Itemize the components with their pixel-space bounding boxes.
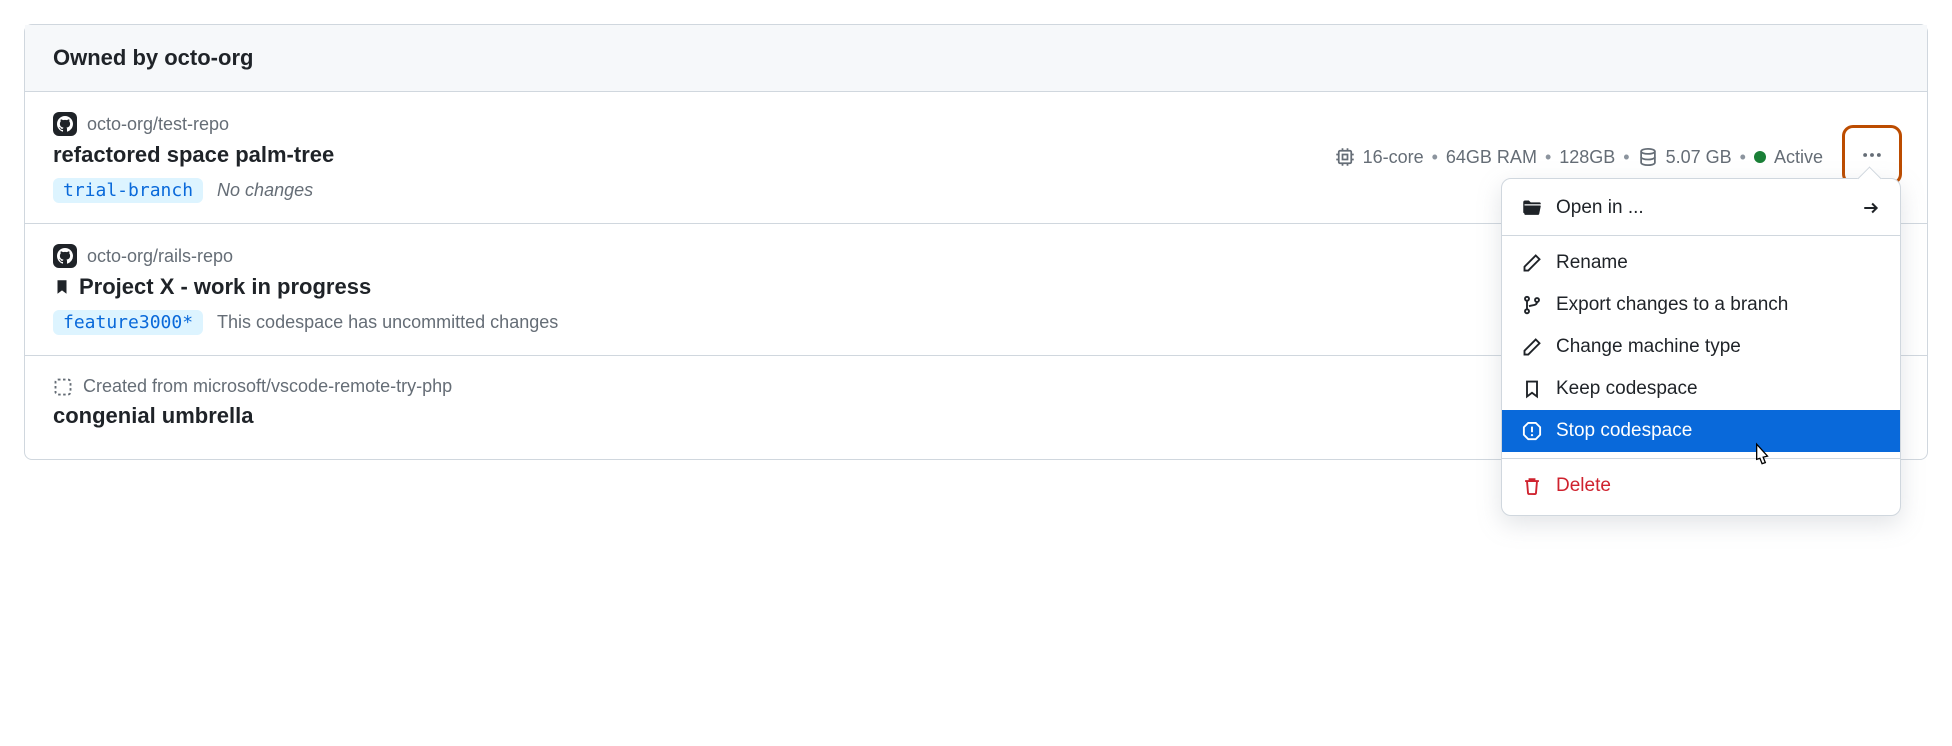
codespaces-panel: Owned by octo-org octo-org/test-repo ref… [24,24,1928,460]
menu-rename[interactable]: Rename [1502,242,1900,284]
menu-delete[interactable]: Delete [1502,465,1900,507]
pencil-icon [1522,253,1542,273]
subtitle-line: trial-branch No changes [53,178,1335,203]
branch-badge[interactable]: feature3000* [53,310,203,335]
repo-line: octo-org/test-repo [53,112,1335,136]
spec-ram: 64GB RAM [1446,147,1537,168]
menu-label: Rename [1556,252,1628,274]
github-avatar-icon [53,112,77,136]
codespace-actions-menu: Open in ... Rename Export changes to a b… [1501,178,1901,516]
repo-name[interactable]: octo-org/test-repo [87,114,229,135]
menu-label: Change machine type [1556,336,1741,358]
menu-label: Open in ... [1556,197,1644,219]
repo-name[interactable]: octo-org/rails-repo [87,246,233,267]
separator-dot: • [1623,147,1629,168]
separator-dot: • [1740,147,1746,168]
title-line: Project X - work in progress [53,274,1624,300]
title-line: congenial umbrella [53,403,1634,429]
cpu-icon [1335,147,1355,167]
trash-icon [1522,476,1542,496]
arrow-right-icon [1862,199,1880,217]
menu-stop-codespace[interactable]: Stop codespace [1502,410,1900,452]
row-left: octo-org/rails-repo Project X - work in … [53,244,1624,335]
stop-icon [1522,421,1542,441]
database-icon [1638,147,1658,167]
status-label: Active [1774,147,1823,168]
menu-label: Export changes to a branch [1556,294,1788,316]
separator-dot: • [1432,147,1438,168]
menu-change-machine[interactable]: Change machine type [1502,326,1900,368]
codespace-title[interactable]: congenial umbrella [53,403,254,429]
panel-title: Owned by octo-org [53,45,253,70]
bookmark-filled-icon [53,278,71,296]
codespace-title[interactable]: Project X - work in progress [79,274,371,300]
menu-label: Keep codespace [1556,378,1698,400]
pencil-icon [1522,337,1542,357]
menu-separator [1502,235,1900,236]
separator-dot: • [1545,147,1551,168]
codespace-row: octo-org/test-repo refactored space palm… [25,92,1927,224]
status-dot-icon [1754,151,1766,163]
changes-note: No changes [217,180,313,201]
folder-open-icon [1522,198,1542,218]
git-branch-icon [1522,295,1542,315]
created-from: Created from microsoft/vscode-remote-try… [83,376,452,397]
spec-cpu: 16-core [1363,147,1424,168]
branch-badge[interactable]: trial-branch [53,178,203,203]
dashed-square-icon [53,377,73,397]
row-left: Created from microsoft/vscode-remote-try… [53,376,1634,439]
spec-storage: 5.07 GB [1666,147,1732,168]
codespace-title[interactable]: refactored space palm-tree [53,142,334,168]
menu-label: Stop codespace [1556,420,1692,442]
repo-line: Created from microsoft/vscode-remote-try… [53,376,1634,397]
row-left: octo-org/test-repo refactored space palm… [53,112,1335,203]
github-avatar-icon [53,244,77,268]
menu-label: Delete [1556,475,1611,497]
spec-disk: 128GB [1559,147,1615,168]
repo-line: octo-org/rails-repo [53,244,1624,268]
changes-note: This codespace has uncommitted changes [217,312,558,333]
title-line: refactored space palm-tree [53,142,1335,168]
panel-header: Owned by octo-org [25,25,1927,92]
menu-export-branch[interactable]: Export changes to a branch [1502,284,1900,326]
row-right: 16-core • 64GB RAM • 128GB • 5.07 GB • A… [1335,130,1899,184]
bookmark-icon [1522,379,1542,399]
subtitle-line: feature3000* This codespace has uncommit… [53,310,1624,335]
menu-open-in[interactable]: Open in ... [1502,187,1900,229]
menu-separator [1502,458,1900,459]
menu-keep-codespace[interactable]: Keep codespace [1502,368,1900,410]
